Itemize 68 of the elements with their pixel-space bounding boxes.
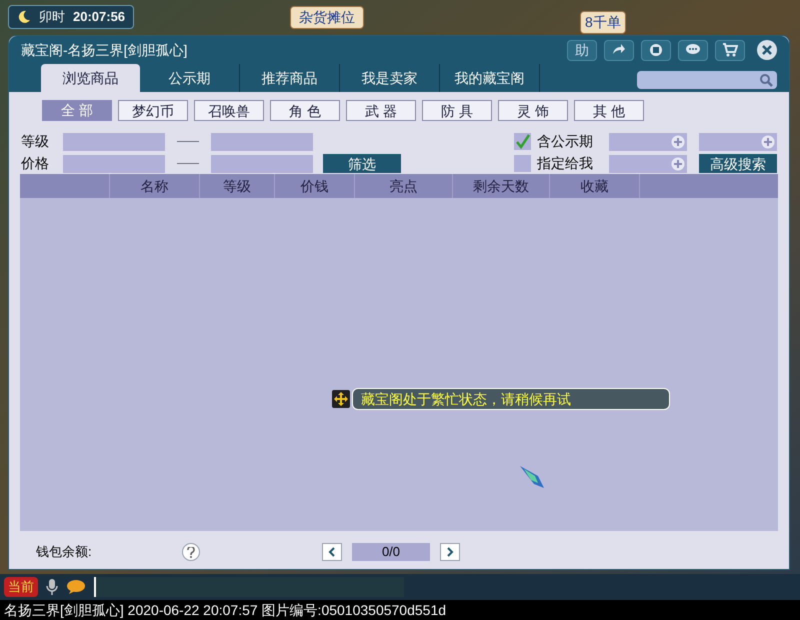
chevron-left-icon bbox=[328, 547, 336, 557]
move-arrows-icon bbox=[332, 390, 350, 408]
cart-button[interactable] bbox=[715, 40, 745, 60]
plus-icon bbox=[761, 134, 775, 148]
tab[interactable]: 我是卖家 bbox=[340, 64, 440, 92]
column-header[interactable]: 收藏 bbox=[580, 176, 608, 196]
column-header[interactable]: 亮点 bbox=[390, 176, 418, 196]
help-icon bbox=[187, 546, 195, 558]
category-button[interactable]: 防 具 bbox=[422, 100, 492, 121]
search-icon bbox=[759, 73, 773, 87]
share-button[interactable] bbox=[604, 40, 634, 60]
busy-message: 藏宝阁处于繁忙状态，请稍候再试 bbox=[352, 388, 670, 410]
tab[interactable]: 我的藏宝阁 bbox=[440, 64, 540, 92]
tab[interactable]: 浏览商品 bbox=[41, 64, 140, 92]
category-button[interactable]: 其 他 bbox=[574, 100, 644, 121]
chat-input-field[interactable] bbox=[94, 577, 404, 597]
plus-icon bbox=[671, 156, 685, 170]
page-indicator: 0/0 bbox=[352, 543, 430, 561]
next-page-button[interactable] bbox=[440, 543, 460, 561]
advanced-search-button[interactable]: 高级搜索 bbox=[699, 154, 777, 173]
checkbox[interactable] bbox=[514, 155, 531, 172]
stop-button[interactable] bbox=[641, 40, 671, 60]
chat-channel-button[interactable]: 当前 bbox=[4, 577, 38, 597]
category-button[interactable]: 武 器 bbox=[346, 100, 416, 121]
category-button[interactable]: 召唤兽 bbox=[194, 100, 264, 121]
plus-icon bbox=[671, 134, 685, 148]
wallet-label: 钱包余额: bbox=[36, 543, 93, 562]
speech-bubble-icon[interactable] bbox=[66, 579, 86, 595]
moon-icon bbox=[17, 10, 31, 24]
checkbox-label: 含公示期 bbox=[537, 132, 594, 151]
category-button[interactable]: 角 色 bbox=[270, 100, 340, 121]
previous-page-button[interactable] bbox=[322, 543, 342, 561]
time-period: 卯时 bbox=[39, 8, 65, 26]
max-level-field[interactable] bbox=[211, 132, 313, 150]
picker-field[interactable] bbox=[699, 132, 777, 150]
max-price-field[interactable] bbox=[211, 154, 313, 172]
column-header[interactable]: 价钱 bbox=[300, 176, 328, 196]
min-level-field[interactable] bbox=[63, 132, 165, 150]
clock-time: 20:07:56 bbox=[73, 8, 126, 26]
chat-button[interactable] bbox=[678, 40, 708, 60]
search-field[interactable] bbox=[637, 71, 777, 89]
column-header[interactable]: 剩余天数 bbox=[473, 176, 529, 196]
help-button[interactable]: 助 bbox=[567, 40, 597, 60]
picker-field[interactable] bbox=[609, 132, 687, 150]
stall-sign: 杂货摊位 bbox=[290, 6, 364, 28]
order-sign: 8千单 bbox=[580, 10, 626, 34]
stop-icon bbox=[648, 42, 664, 58]
picker-field[interactable] bbox=[609, 154, 687, 172]
close-icon bbox=[762, 45, 772, 55]
filter-button[interactable]: 筛选 bbox=[323, 154, 401, 173]
window-title: 藏宝阁-名扬三界[剑胆孤心] bbox=[21, 40, 188, 60]
help-button[interactable] bbox=[182, 543, 200, 561]
column-header[interactable]: 名称 bbox=[140, 176, 168, 196]
category-button[interactable]: 灵 饰 bbox=[498, 100, 568, 121]
chevron-right-icon bbox=[446, 547, 454, 557]
category-button[interactable]: 梦幻币 bbox=[118, 100, 188, 121]
close-button[interactable] bbox=[757, 40, 777, 60]
min-price-field[interactable] bbox=[63, 154, 165, 172]
checkbox[interactable] bbox=[514, 133, 531, 150]
check-icon bbox=[515, 134, 530, 149]
column-header[interactable]: 等级 bbox=[223, 176, 251, 196]
level-label: 等级 bbox=[21, 132, 50, 151]
checkbox-label: 指定给我 bbox=[537, 154, 594, 173]
cart-icon bbox=[722, 42, 738, 58]
tab[interactable]: 推荐商品 bbox=[240, 64, 340, 92]
microphone-icon[interactable] bbox=[46, 578, 58, 596]
price-label: 价格 bbox=[21, 154, 50, 173]
tab[interactable]: 公示期 bbox=[140, 64, 240, 92]
